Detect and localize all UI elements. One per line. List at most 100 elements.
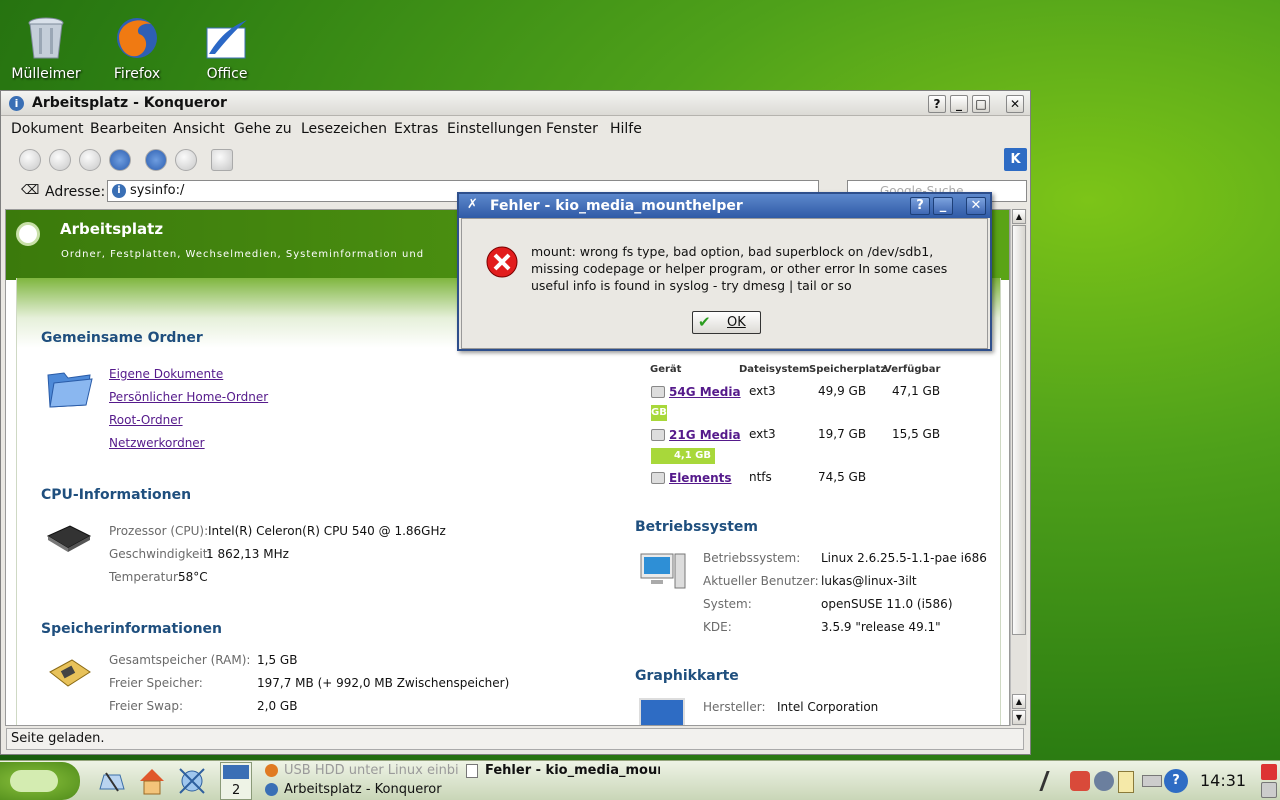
desktop-pager[interactable]: 2 [220, 762, 252, 800]
info-icon: i [9, 96, 24, 111]
desktop-icon-firefox[interactable]: Firefox [94, 14, 180, 82]
task-label: Arbeitsplatz - Konqueror [284, 782, 442, 797]
menu-bar: Dokument Bearbeiten Ansicht Gehe zu Lese… [1, 119, 1030, 141]
menu-fenster[interactable]: Fenster [546, 121, 598, 137]
task-usb-hdd[interactable]: USB HDD unter Linux einbi [263, 762, 461, 780]
memory-value-0: 1,5 GB [257, 653, 298, 667]
home-folder-icon[interactable] [136, 765, 168, 797]
error-message-line: useful info is found in syslog - try dme… [531, 278, 852, 293]
pager-desktop-1 [223, 765, 249, 779]
help-button[interactable]: ? [928, 95, 946, 113]
memory-value-1: 197,7 MB (+ 992,0 MB Zwischenspeicher) [257, 676, 510, 690]
desktop-icon-office[interactable]: Office [184, 14, 270, 82]
memory-label-2: Freier Swap: [109, 699, 183, 713]
disk-size-54g: 49,9 GB [818, 384, 867, 398]
vertical-scrollbar[interactable]: ▲ ▲ ▼ [1010, 209, 1027, 726]
window-title: Arbeitsplatz - Konqueror [32, 95, 227, 111]
up-icon[interactable] [79, 149, 101, 171]
desktop-show-icon[interactable] [96, 765, 128, 797]
disk-usage-label-21g: 4,1 GB [673, 450, 711, 461]
ok-button[interactable]: ✔ OK [692, 311, 761, 334]
task-konqueror[interactable]: Arbeitsplatz - Konqueror [263, 781, 461, 799]
desktop-icon-label: Mülleimer [11, 66, 81, 82]
print-icon[interactable] [211, 149, 233, 171]
kmix-tray-icon[interactable] [1094, 771, 1114, 791]
disk-link-elements[interactable]: Elements [669, 471, 732, 485]
sysinfo-icon: i [112, 184, 126, 198]
menu-dokument[interactable]: Dokument [11, 121, 84, 137]
taskbar: 2 USB HDD unter Linux einbi Fehler - kio… [0, 760, 1280, 800]
link-netzwerkordner[interactable]: Netzwerkordner [109, 436, 205, 450]
lock-screen-icon[interactable] [1261, 782, 1277, 798]
gpu-heading: Graphikkarte [635, 668, 739, 684]
minimize-button[interactable]: _ [950, 95, 968, 113]
disk-free-54g: 47,1 GB [892, 384, 941, 398]
stop-icon[interactable] [175, 149, 197, 171]
error-message-line: mount: wrong fs type, bad option, bad su… [531, 244, 934, 259]
scroll-page-up-button[interactable]: ▲ [1012, 694, 1026, 709]
firefox-icon [113, 14, 161, 62]
os-value-0: Linux 2.6.25.5-1.1-pae i686 [821, 551, 987, 565]
dialog-close-button[interactable]: ✕ [966, 197, 986, 215]
konqueror-icon[interactable] [176, 765, 208, 797]
computer-icon [639, 552, 687, 596]
back-icon[interactable] [19, 149, 41, 171]
reload-icon[interactable] [145, 149, 167, 171]
updater-tray-icon[interactable] [1070, 771, 1090, 791]
clock[interactable]: 14:31 [1200, 771, 1246, 790]
disk-size-21g: 19,7 GB [818, 427, 867, 441]
network-tray-icon[interactable] [1039, 771, 1067, 791]
dialog-title: Fehler - kio_media_mounthelper [490, 198, 743, 214]
os-value-3: 3.5.9 "release 49.1" [821, 620, 941, 634]
scroll-up-button[interactable]: ▲ [1012, 209, 1026, 224]
ok-label: OK [727, 315, 746, 330]
forward-icon[interactable] [49, 149, 71, 171]
desktop-icon-trash[interactable]: Mülleimer [3, 14, 89, 82]
cpu-chip-icon [46, 522, 92, 560]
dialog-titlebar[interactable]: ✗ Fehler - kio_media_mounthelper ? _ ✕ [459, 194, 990, 218]
removable-device-tray-icon[interactable] [1142, 775, 1162, 787]
logout-icon[interactable] [1261, 764, 1277, 780]
cpu-value-1: 1 862,13 MHz [206, 547, 289, 561]
error-message-line: missing codepage or helper program, or o… [531, 261, 948, 276]
folder-icon [46, 365, 94, 413]
suse-chameleon-icon [10, 770, 58, 792]
home-icon[interactable] [109, 149, 131, 171]
menu-hilfe[interactable]: Hilfe [610, 121, 642, 137]
scroll-thumb[interactable] [1012, 225, 1026, 635]
disk-size-elements: 74,5 GB [818, 470, 867, 484]
clear-location-icon[interactable]: ⌫ [21, 183, 39, 198]
window-titlebar[interactable]: i Arbeitsplatz - Konqueror ? _ □ ✕ [1, 91, 1030, 116]
link-home-ordner[interactable]: Persönlicher Home-Ordner [109, 390, 268, 404]
page-subtitle: Ordner, Festplatten, Wechselmedien, Syst… [61, 249, 425, 260]
disk-header-free: Verfügbar [884, 364, 941, 375]
graphics-card-icon [639, 698, 685, 725]
scroll-down-button[interactable]: ▼ [1012, 710, 1026, 725]
disk-fs-21g: ext3 [749, 427, 776, 441]
os-label-2: System: [703, 597, 752, 611]
error-message: mount: wrong fs type, bad option, bad su… [531, 243, 947, 294]
menu-einstellungen[interactable]: Einstellungen [447, 121, 542, 137]
help-tray-icon[interactable]: ? [1164, 769, 1188, 793]
close-button[interactable]: ✕ [1006, 95, 1024, 113]
link-root-ordner[interactable]: Root-Ordner [109, 413, 183, 427]
menu-ansicht[interactable]: Ansicht [173, 121, 225, 137]
page-title: Arbeitsplatz [60, 220, 164, 238]
disk-free-21g: 15,5 GB [892, 427, 941, 441]
maximize-button[interactable]: □ [972, 95, 990, 113]
memory-label-1: Freier Speicher: [109, 676, 203, 690]
link-eigene-dokumente[interactable]: Eigene Dokumente [109, 367, 223, 381]
task-label: USB HDD unter Linux einbi [284, 763, 459, 778]
menu-bearbeiten[interactable]: Bearbeiten [90, 121, 167, 137]
kde-menu-button[interactable] [0, 762, 80, 800]
klipper-tray-icon[interactable] [1118, 771, 1134, 793]
os-label-0: Betriebssystem: [703, 551, 801, 565]
disk-link-54g[interactable]: 54G Media [669, 385, 741, 399]
menu-gehe-zu[interactable]: Gehe zu [234, 121, 292, 137]
menu-extras[interactable]: Extras [394, 121, 438, 137]
task-error-dialog[interactable]: Fehler - kio_media_moun [464, 762, 660, 780]
menu-lesezeichen[interactable]: Lesezeichen [301, 121, 387, 137]
disk-link-21g[interactable]: 21G Media [669, 428, 741, 442]
dialog-help-button[interactable]: ? [910, 197, 930, 215]
dialog-minimize-button[interactable]: _ [933, 197, 953, 215]
